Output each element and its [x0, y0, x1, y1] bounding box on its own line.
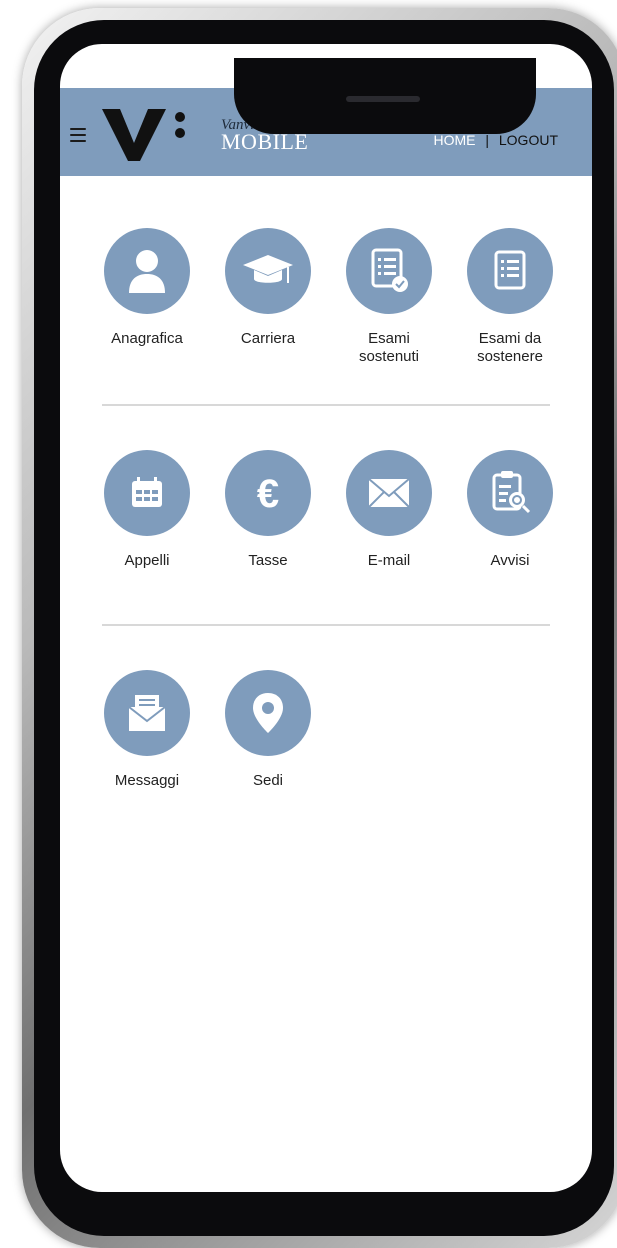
- tile-label: Tasse: [248, 552, 288, 569]
- tile-email[interactable]: E-mail: [339, 450, 439, 570]
- app-screen: Vanvitelli MOBILE HOME | LOGOUT Anagrafi…: [60, 44, 592, 1192]
- tile-avvisi[interactable]: Avvisi: [460, 450, 560, 570]
- row-divider: [102, 404, 550, 406]
- tile-anagrafica[interactable]: Anagrafica: [97, 228, 197, 348]
- user-icon: [104, 228, 190, 314]
- tile-label: E-mail: [367, 552, 411, 569]
- tile-label: Avvisi: [490, 552, 530, 569]
- location-pin-icon: [225, 670, 311, 756]
- svg-text:€: €: [257, 472, 279, 515]
- nav-home-link[interactable]: HOME: [433, 132, 475, 148]
- top-nav: HOME | LOGOUT: [433, 132, 558, 148]
- tile-esami-da-sostenere[interactable]: Esami da sostenere: [460, 228, 560, 366]
- message-envelope-icon: [104, 670, 190, 756]
- tile-label: Esami da sostenere: [477, 330, 543, 365]
- tile-label: Messaggi: [114, 772, 180, 789]
- document-list-icon: [467, 228, 553, 314]
- tile-label: Sedi: [252, 772, 284, 789]
- tile-label: Anagrafica: [111, 330, 183, 347]
- nav-separator: |: [485, 132, 489, 148]
- euro-icon: €: [225, 450, 311, 536]
- tile-carriera[interactable]: Carriera: [218, 228, 318, 348]
- tile-label: Esami sostenuti: [358, 330, 420, 365]
- envelope-icon: [346, 450, 432, 536]
- document-check-icon: [346, 228, 432, 314]
- calendar-icon: [104, 450, 190, 536]
- hamburger-menu-icon[interactable]: [70, 128, 86, 142]
- tile-appelli[interactable]: Appelli: [97, 450, 197, 570]
- speaker-grille: [346, 96, 420, 102]
- tile-label: Carriera: [240, 330, 296, 347]
- tile-esami-sostenuti[interactable]: Esami sostenuti: [339, 228, 439, 366]
- tile-tasse[interactable]: € Tasse: [218, 450, 318, 570]
- tile-messaggi[interactable]: Messaggi: [97, 670, 197, 790]
- clipboard-search-icon: [467, 450, 553, 536]
- graduation-cap-icon: [225, 228, 311, 314]
- row-divider: [102, 624, 550, 626]
- nav-logout-link[interactable]: LOGOUT: [499, 132, 558, 148]
- tile-sedi[interactable]: Sedi: [218, 670, 318, 790]
- tile-label: Appelli: [124, 552, 170, 569]
